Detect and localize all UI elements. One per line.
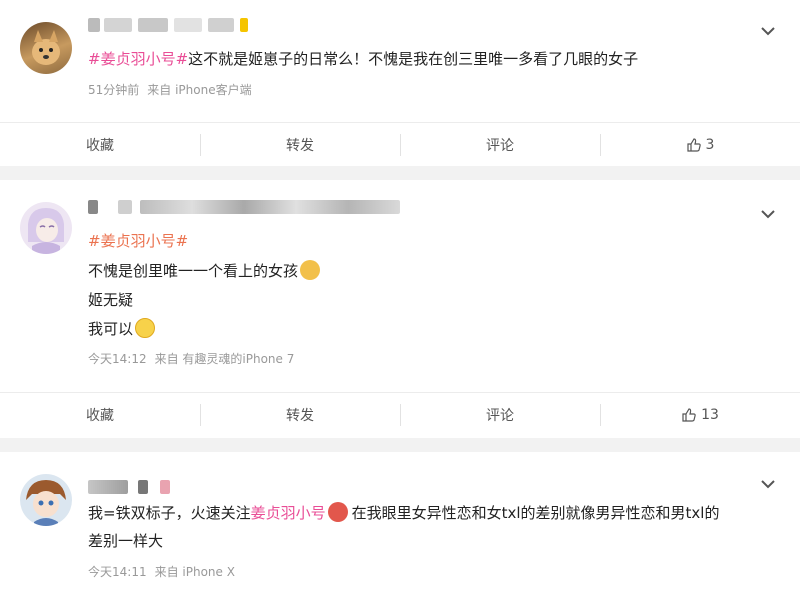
post-text-line-1: 不愧是创里唯一一个看上的女孩 — [88, 260, 321, 282]
like-count: 3 — [705, 137, 715, 153]
comment-button[interactable]: 评论 — [400, 393, 600, 437]
doge-emoji — [300, 260, 321, 280]
topic-tag[interactable]: #姜贞羽小号# — [88, 232, 188, 250]
post-text-line-3: 我可以 — [88, 318, 156, 340]
action-bar: 收藏 转发 评论 13 — [0, 392, 800, 437]
anime-avatar-icon — [28, 208, 64, 254]
username-redacted[interactable] — [88, 480, 172, 494]
like-count: 13 — [701, 407, 719, 423]
angry-emoji — [327, 502, 348, 522]
post-time[interactable]: 今天14:12 — [88, 352, 147, 366]
like-button[interactable]: 13 — [600, 393, 800, 437]
post-source: 来自 有趣灵魂的iPhone 7 — [154, 352, 295, 366]
post-text-line-2: 姬无疑 — [88, 291, 134, 309]
anime-avatar-icon — [26, 480, 66, 526]
post-text: #姜贞羽小号#这不就是姬崽子的日常么！不愧是我在创三里唯一多看了几眼的女子 — [88, 50, 639, 68]
post-card-3: 我=铁双标子，火速关注姜贞羽小号 在我眼里女异性恋和女txl的差别就像男异性恋和男… — [0, 452, 800, 595]
post-time[interactable]: 51分钟前 — [88, 83, 139, 97]
collect-button[interactable]: 收藏 — [0, 393, 200, 437]
like-button[interactable]: 3 — [600, 123, 800, 167]
username-redacted[interactable] — [88, 200, 410, 214]
grin-emoji — [135, 318, 156, 338]
post-text-line-1: 我=铁双标子，火速关注姜贞羽小号 在我眼里女异性恋和女txl的差别就像男异性恋和男… — [88, 502, 720, 522]
action-bar: 收藏 转发 评论 3 — [0, 122, 800, 167]
post-topic: #姜贞羽小号# — [88, 230, 188, 252]
post-source: 来自 iPhone客户端 — [147, 83, 252, 97]
topic-tag[interactable]: #姜贞羽小号# — [88, 50, 188, 68]
forward-button[interactable]: 转发 — [200, 123, 400, 167]
dog-avatar-icon — [32, 30, 60, 65]
forward-button[interactable]: 转发 — [200, 393, 400, 437]
post-card-1: #姜贞羽小号#这不就是姬崽子的日常么！不愧是我在创三里唯一多看了几眼的女子 51… — [0, 0, 800, 166]
post-text-line-2: 差别一样大 — [88, 532, 164, 550]
avatar[interactable] — [20, 474, 72, 526]
post-time[interactable]: 今天14:11 — [88, 565, 147, 579]
username-redacted[interactable] — [88, 18, 253, 32]
chevron-down-icon[interactable] — [758, 204, 778, 224]
post-card-2: #姜贞羽小号# 不愧是创里唯一一个看上的女孩 姬无疑 我可以 今天14:12 来自… — [0, 180, 800, 438]
post-meta: 51分钟前 来自 iPhone客户端 — [88, 81, 252, 98]
topic-tag[interactable]: 姜贞羽小号 — [251, 504, 326, 522]
post-meta: 今天14:11 来自 iPhone X — [88, 563, 235, 580]
chevron-down-icon[interactable] — [758, 474, 778, 494]
collect-button[interactable]: 收藏 — [0, 123, 200, 167]
comment-button[interactable]: 评论 — [400, 123, 600, 167]
thumbs-up-icon — [686, 138, 701, 152]
post-source: 来自 iPhone X — [154, 565, 235, 579]
post-meta: 今天14:12 来自 有趣灵魂的iPhone 7 — [88, 350, 294, 367]
avatar[interactable] — [20, 22, 72, 74]
avatar[interactable] — [20, 202, 72, 254]
thumbs-up-icon — [682, 408, 696, 422]
chevron-down-icon[interactable] — [758, 21, 778, 41]
